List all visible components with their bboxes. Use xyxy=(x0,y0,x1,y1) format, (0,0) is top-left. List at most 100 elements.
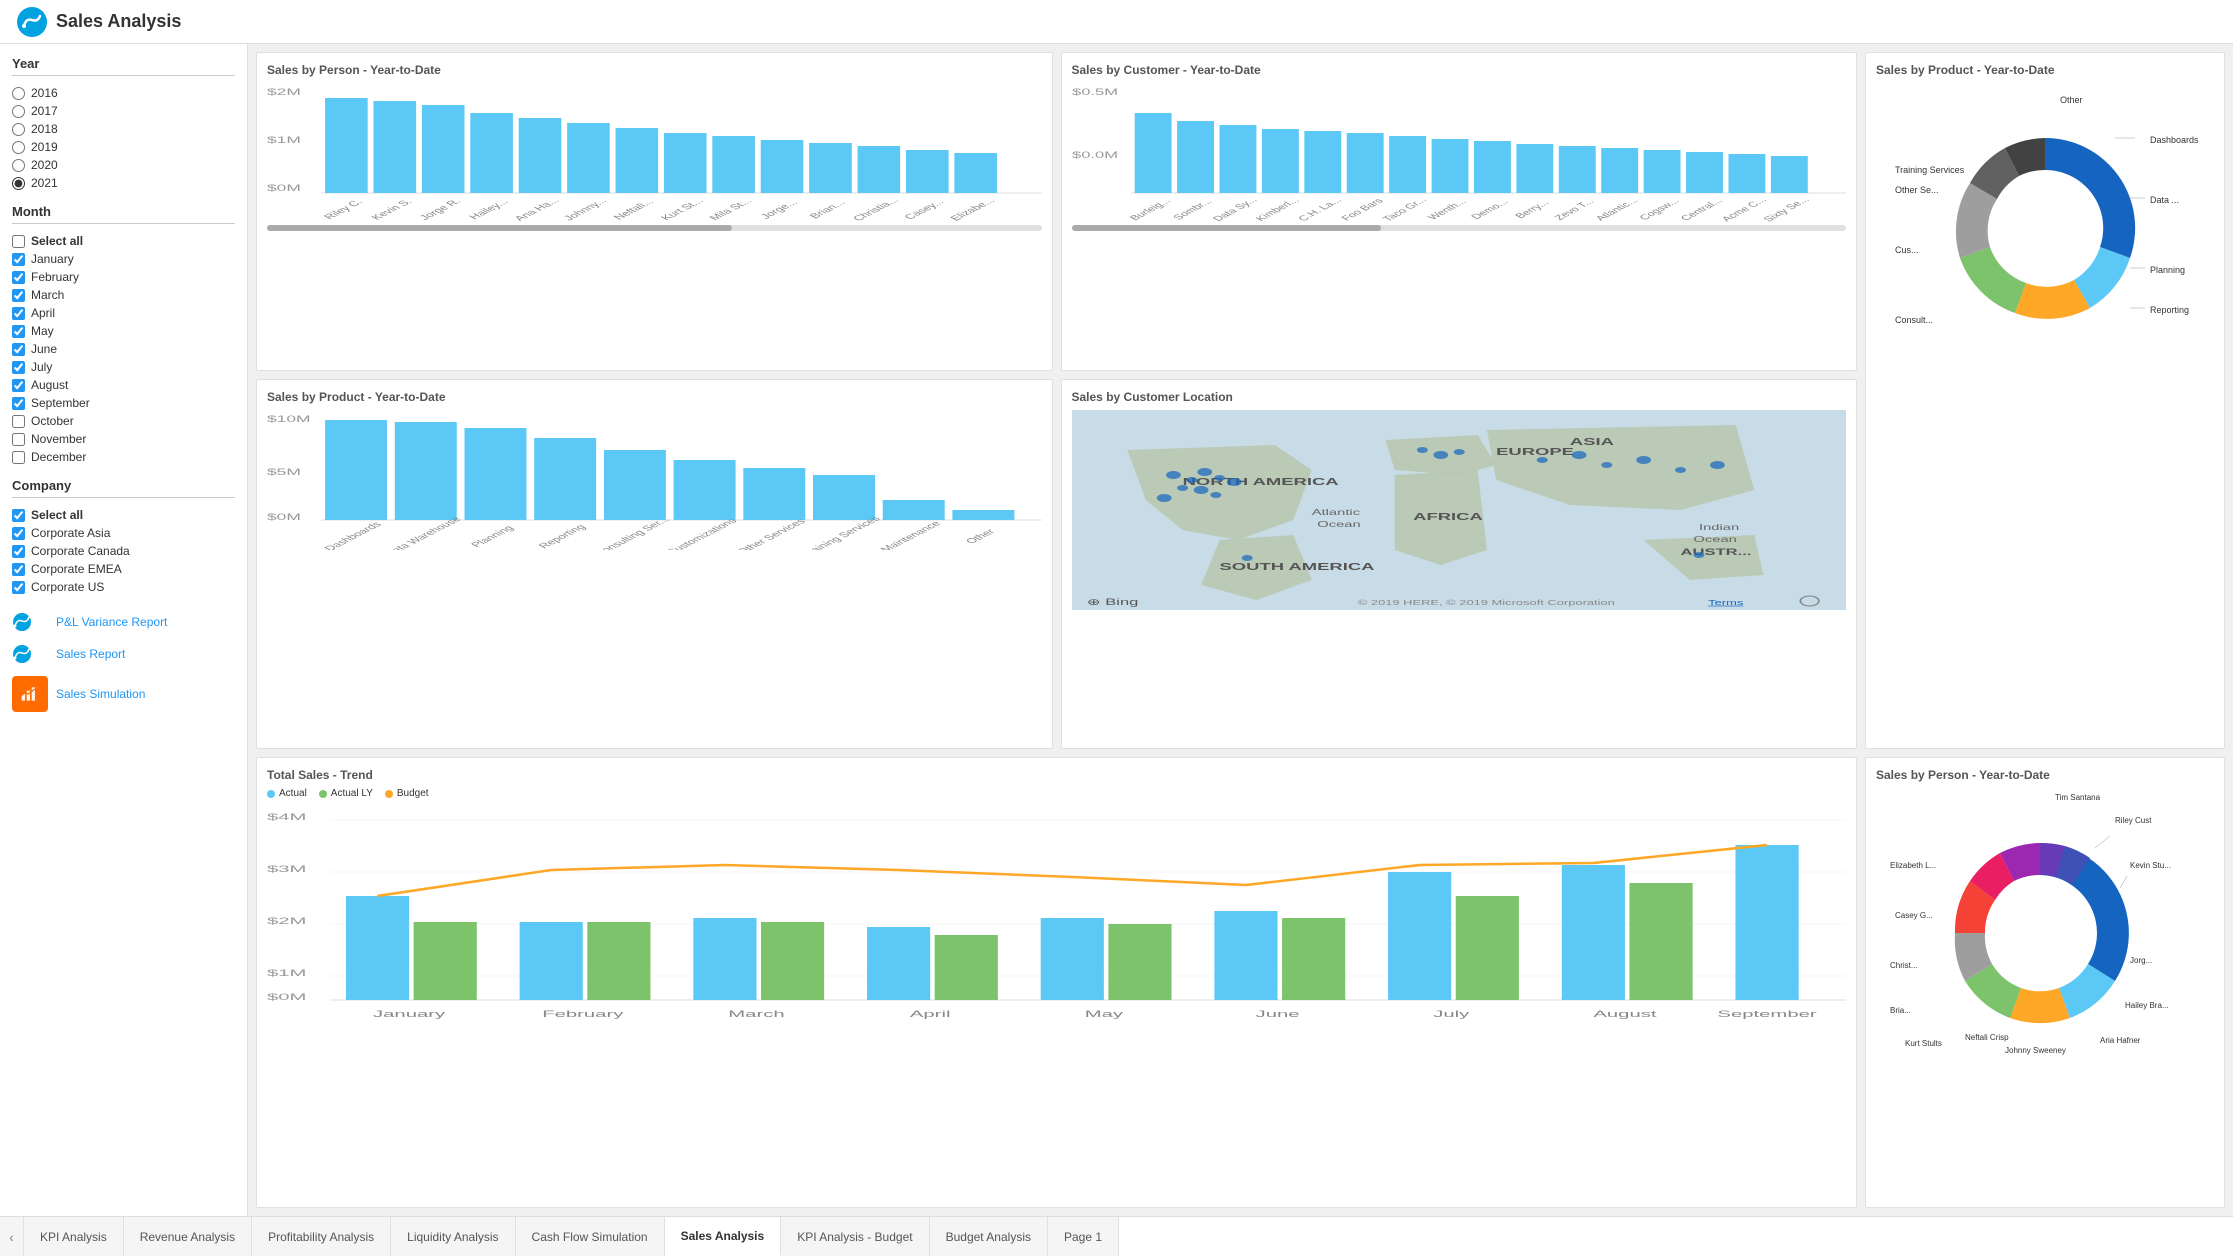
tab-liquidity-analysis[interactable]: Liquidity Analysis xyxy=(391,1217,515,1256)
month-check-april[interactable]: April xyxy=(12,304,235,322)
year-radio-2021[interactable]: 2021 xyxy=(12,174,235,192)
svg-text:Kevin Stu...: Kevin Stu... xyxy=(2130,861,2171,870)
svg-text:ASIA: ASIA xyxy=(1569,437,1613,448)
tab-cash-flow-simulation[interactable]: Cash Flow Simulation xyxy=(516,1217,665,1256)
month-check-november[interactable]: November xyxy=(12,430,235,448)
tab-prev-btn[interactable]: ‹ xyxy=(0,1217,24,1256)
svg-text:Johnny Sweeney: Johnny Sweeney xyxy=(2005,1046,2066,1055)
tab-kpi-analysis[interactable]: KPI Analysis xyxy=(24,1217,124,1256)
svg-text:Johnny...: Johnny... xyxy=(561,197,610,222)
legend-actual: Actual xyxy=(267,788,307,799)
svg-text:July: July xyxy=(1433,1010,1469,1020)
svg-text:$3M: $3M xyxy=(267,865,306,875)
company-check-corporatecanada[interactable]: Corporate Canada xyxy=(12,542,235,560)
year-radio-2020[interactable]: 2020 xyxy=(12,156,235,174)
svg-text:$10M: $10M xyxy=(267,413,311,423)
tab-kpi-analysis---budget[interactable]: KPI Analysis - Budget xyxy=(781,1217,929,1256)
year-radio-2019[interactable]: 2019 xyxy=(12,138,235,156)
svg-text:Jorge R.: Jorge R. xyxy=(417,198,464,222)
trend-chart: $4M $3M $2M $1M $0M xyxy=(267,805,1846,1025)
chart-title-person: Sales by Person - Year-to-Date xyxy=(267,63,1042,77)
svg-text:September: September xyxy=(1717,1010,1816,1020)
tab-sales-analysis[interactable]: Sales Analysis xyxy=(665,1217,782,1256)
svg-text:Brian...: Brian... xyxy=(807,199,848,220)
svg-text:Riley Cust: Riley Cust xyxy=(2115,816,2152,825)
month-check-july[interactable]: July xyxy=(12,358,235,376)
month-check-december[interactable]: December xyxy=(12,448,235,466)
sales-sim-link[interactable]: Sales Simulation xyxy=(56,687,145,701)
svg-text:Mila St...: Mila St... xyxy=(707,197,755,222)
company-checkbox-group: Select allCorporate AsiaCorporate Canada… xyxy=(12,506,235,596)
svg-text:Christ...: Christ... xyxy=(1890,961,1918,970)
legend-budget: Budget xyxy=(385,788,429,799)
year-radio-2018[interactable]: 2018 xyxy=(12,120,235,138)
svg-text:$0.5M: $0.5M xyxy=(1072,87,1118,97)
svg-text:Kevin S.: Kevin S. xyxy=(369,198,415,222)
svg-text:May: May xyxy=(1085,1010,1124,1020)
pl-report-link[interactable]: P&L Variance Report xyxy=(56,615,167,629)
tab-profitability-analysis[interactable]: Profitability Analysis xyxy=(252,1217,391,1256)
sales-report-link[interactable]: Sales Report xyxy=(56,647,125,661)
svg-text:Cus...: Cus... xyxy=(1895,245,1919,255)
month-check-october[interactable]: October xyxy=(12,412,235,430)
svg-text:March: March xyxy=(728,1010,784,1020)
svg-text:AUSTR...: AUSTR... xyxy=(1680,547,1751,557)
card-total-sales-trend: Total Sales - Trend Actual Actual LY Bud… xyxy=(256,757,1857,1208)
svg-text:Atlantic: Atlantic xyxy=(1311,507,1359,516)
svg-text:$0.0M: $0.0M xyxy=(1072,150,1118,160)
month-check-february[interactable]: February xyxy=(12,268,235,286)
month-check-june[interactable]: June xyxy=(12,340,235,358)
company-check-selectall[interactable]: Select all xyxy=(12,506,235,524)
svg-text:SOUTH AMERICA: SOUTH AMERICA xyxy=(1219,562,1374,573)
month-check-august[interactable]: August xyxy=(12,376,235,394)
svg-text:Kurt Stults: Kurt Stults xyxy=(1905,1039,1942,1048)
svg-text:Aria Hafner: Aria Hafner xyxy=(2100,1036,2141,1045)
svg-text:$0M: $0M xyxy=(267,183,301,193)
svg-text:Burleig...: Burleig... xyxy=(1128,197,1174,222)
svg-text:Sixty Se...: Sixty Se... xyxy=(1761,196,1812,223)
company-check-corporateasia[interactable]: Corporate Asia xyxy=(12,524,235,542)
svg-text:Reporting: Reporting xyxy=(2150,305,2189,315)
svg-text:$2M: $2M xyxy=(267,87,301,97)
card-sales-by-person: Sales by Person - Year-to-Date $2M $1M $… xyxy=(256,52,1053,371)
company-check-corporateemea[interactable]: Corporate EMEA xyxy=(12,560,235,578)
app-title: Sales Analysis xyxy=(56,11,181,32)
tab-page-1[interactable]: Page 1 xyxy=(1048,1217,1119,1256)
month-check-march[interactable]: March xyxy=(12,286,235,304)
month-check-september[interactable]: September xyxy=(12,394,235,412)
svg-text:Dashboards: Dashboards xyxy=(322,520,384,549)
chart-title-product-donut: Sales by Product - Year-to-Date xyxy=(1876,63,2214,77)
svg-text:Zevo T...: Zevo T... xyxy=(1552,198,1596,222)
month-check-january[interactable]: January xyxy=(12,250,235,268)
month-checkbox-group: Select allJanuaryFebruaryMarchAprilMayJu… xyxy=(12,232,235,466)
tab-budget-analysis[interactable]: Budget Analysis xyxy=(930,1217,1048,1256)
company-section-title: Company xyxy=(12,478,235,498)
sidebar-link-sim[interactable]: Sales Simulation xyxy=(12,676,235,712)
legend-actual-ly: Actual LY xyxy=(319,788,373,799)
svg-text:$2M: $2M xyxy=(267,917,306,927)
svg-text:$5M: $5M xyxy=(267,466,301,476)
svg-text:EUROPE: EUROPE xyxy=(1496,447,1574,458)
svg-text:Berry...: Berry... xyxy=(1513,199,1551,220)
card-customer-location: Sales by Customer Location xyxy=(1061,379,1858,750)
svg-text:Hailey Bra...: Hailey Bra... xyxy=(2125,1001,2169,1010)
month-check-may[interactable]: May xyxy=(12,322,235,340)
sidebar: Year 201620172018201920202021 Month Sele… xyxy=(0,44,248,1216)
company-check-corporateus[interactable]: Corporate US xyxy=(12,578,235,596)
svg-text:Neftali...: Neftali... xyxy=(611,198,657,222)
sidebar-link-sales[interactable]: Sales Report xyxy=(12,644,235,664)
year-radio-2017[interactable]: 2017 xyxy=(12,102,235,120)
tab-revenue-analysis[interactable]: Revenue Analysis xyxy=(124,1217,252,1256)
svg-text:Foo Bars: Foo Bars xyxy=(1339,197,1386,222)
svg-text:Cogsw...: Cogsw... xyxy=(1637,198,1682,222)
svg-text:$1M: $1M xyxy=(267,135,301,145)
svg-text:Christia...: Christia... xyxy=(851,196,902,222)
sidebar-link-pl[interactable]: P&L Variance Report xyxy=(12,612,235,632)
svg-text:Data Sy...: Data Sy... xyxy=(1211,197,1260,223)
chart-title-person-donut: Sales by Person - Year-to-Date xyxy=(1876,768,2214,782)
month-check-selectall[interactable]: Select all xyxy=(12,232,235,250)
svg-text:Riley C.: Riley C. xyxy=(322,198,366,221)
svg-text:Elizabeth L...: Elizabeth L... xyxy=(1890,861,1936,870)
svg-text:Hailey...: Hailey... xyxy=(467,198,512,221)
year-radio-2016[interactable]: 2016 xyxy=(12,84,235,102)
